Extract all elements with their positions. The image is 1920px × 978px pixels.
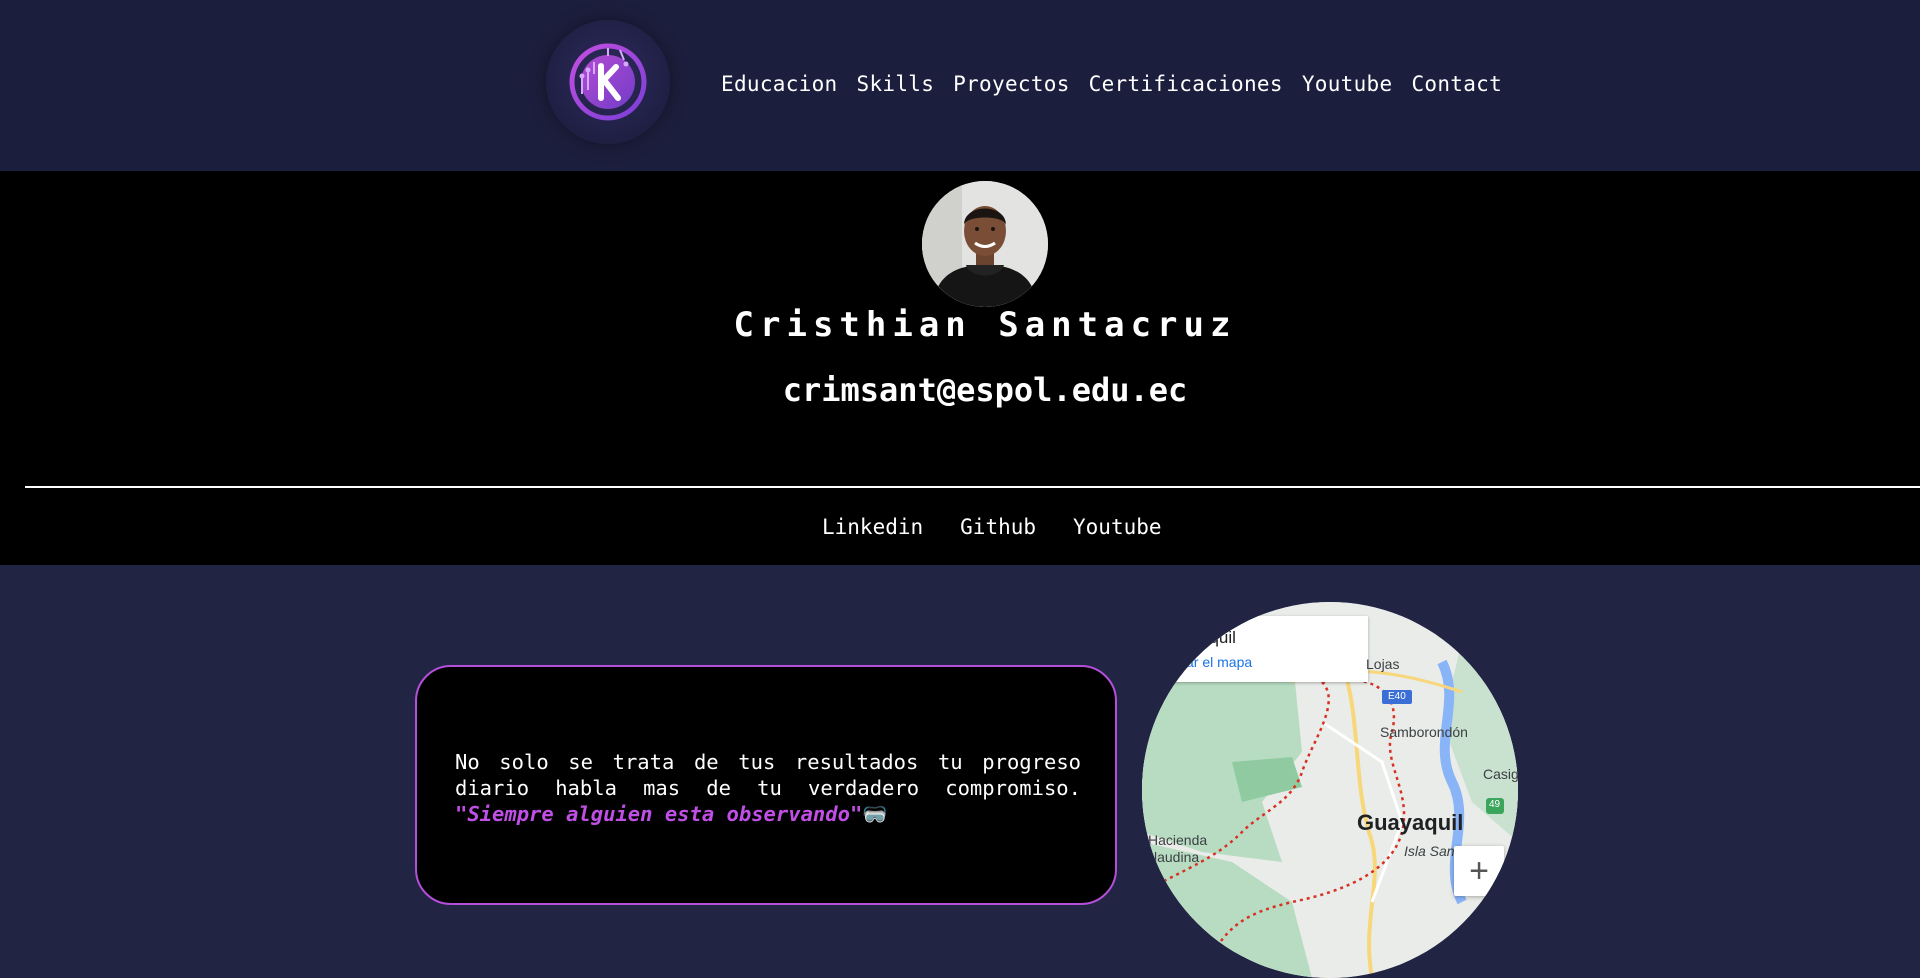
nav-proyectos[interactable]: Proyectos: [953, 72, 1070, 96]
nav-youtube[interactable]: Youtube: [1302, 72, 1393, 96]
map-label-casigu: Casigu: [1483, 766, 1518, 782]
map-label-claudina: laudina: [1154, 849, 1200, 865]
quote-card: No solo se trata de tus resultados tu pr…: [415, 665, 1117, 905]
social-github[interactable]: Github: [960, 515, 1036, 539]
map-label-49: 49: [1489, 799, 1501, 810]
location-map[interactable]: aquil pliar el mapa Lojas E40 Samborondó…: [1142, 602, 1518, 978]
main-nav: Educacion Skills Proyectos Certificacion…: [721, 72, 1521, 96]
nav-certificaciones[interactable]: Certificaciones: [1089, 72, 1283, 96]
map-label-samborondon: Samborondón: [1380, 724, 1468, 740]
social-linkedin[interactable]: Linkedin: [822, 515, 923, 539]
map-place-title: aquil: [1200, 628, 1236, 647]
zoom-in-button[interactable]: +: [1454, 846, 1504, 896]
map-enlarge-link[interactable]: pliar el mapa: [1172, 654, 1252, 670]
site-header: Educacion Skills Proyectos Certificacion…: [0, 0, 1920, 171]
divider: [25, 486, 1920, 488]
profile-section: Cristhian Santacruz crimsant@espol.edu.e…: [0, 171, 1920, 565]
profile-email: crimsant@espol.edu.ec: [782, 371, 1188, 409]
social-links: Linkedin Github Youtube: [822, 515, 1199, 539]
social-youtube[interactable]: Youtube: [1073, 515, 1162, 539]
map-label-isla-san: Isla San: [1404, 843, 1455, 859]
quote-text: No solo se trata de tus resultados tu pr…: [455, 749, 1081, 827]
k-circuit-logo-icon: [569, 43, 647, 121]
goggles-emoji-icon: 🥽: [862, 802, 888, 826]
profile-name: Cristhian Santacruz: [733, 305, 1237, 345]
nav-educacion[interactable]: Educacion: [721, 72, 838, 96]
map-place-card: aquil pliar el mapa: [1142, 616, 1368, 682]
map-label-guayaquil: Guayaquil: [1357, 810, 1464, 835]
logo[interactable]: [546, 20, 670, 144]
quote-body: No solo se trata de tus resultados tu pr…: [455, 750, 1081, 800]
map-label-lojas: Lojas: [1366, 656, 1400, 672]
map-label-hacienda: Hacienda: [1148, 832, 1208, 848]
map-label-e40: E40: [1388, 691, 1406, 702]
nav-skills[interactable]: Skills: [857, 72, 935, 96]
quote-highlight: "Siempre alguien esta observando": [455, 802, 863, 826]
profile-photo: [922, 181, 1048, 307]
avatar: [922, 181, 1048, 307]
nav-contact[interactable]: Contact: [1411, 72, 1502, 96]
